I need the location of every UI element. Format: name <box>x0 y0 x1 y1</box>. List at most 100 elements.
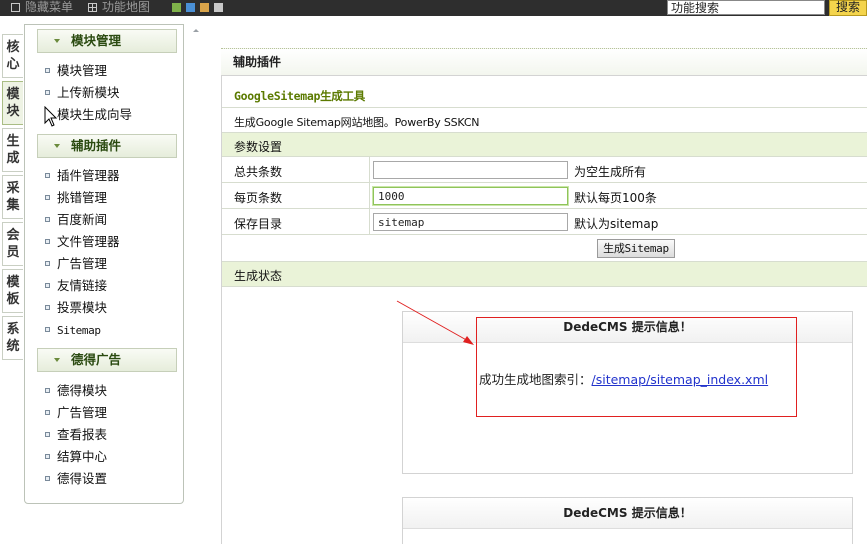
app-root: 隐藏菜单 功能地图 搜索 核心 模块 生成 采集 会员 模板 系统 模块管理 模… <box>0 0 867 544</box>
tab-label: 采集 <box>6 181 20 213</box>
menu-group-header-modules[interactable]: 模块管理 <box>37 29 177 53</box>
bullet-icon <box>45 283 50 288</box>
menu-item-label: 友情链接 <box>57 278 108 293</box>
panel-icon <box>11 3 20 12</box>
top-bar: 隐藏菜单 功能地图 搜索 <box>0 0 867 16</box>
menu-item-label: 模块生成向导 <box>57 107 133 122</box>
menu-item-label: 德得设置 <box>57 471 108 486</box>
group-title: 辅助插件 <box>71 138 122 153</box>
tab-templates[interactable]: 模板 <box>2 269 23 313</box>
bullet-icon <box>45 90 50 95</box>
tab-members[interactable]: 会员 <box>2 222 23 266</box>
field-label-save-dir: 保存目录 <box>234 217 283 231</box>
collapse-arrow-icon <box>54 144 60 148</box>
function-map-link[interactable]: 功能地图 <box>88 0 150 16</box>
menu-item-sitemap[interactable]: Sitemap <box>45 322 101 338</box>
menu-item[interactable]: 德得模块 <box>45 383 107 399</box>
menu-item-label: 模块管理 <box>57 63 108 78</box>
theme-swatch-blue[interactable] <box>186 3 195 12</box>
menu-item[interactable]: 文件管理器 <box>45 234 120 250</box>
params-section-row <box>222 133 867 157</box>
menu-group-header-ads[interactable]: 德得广告 <box>37 348 177 372</box>
group-title: 模块管理 <box>71 33 122 48</box>
field-label-total: 总共条数 <box>234 165 283 179</box>
function-map-label: 功能地图 <box>102 0 151 14</box>
save-dir-input[interactable] <box>373 213 568 231</box>
frame-scroll-strip[interactable] <box>184 16 207 544</box>
menu-item-label: 广告管理 <box>57 256 108 271</box>
hide-menu-link[interactable]: 隐藏菜单 <box>11 0 73 16</box>
menu-item-label: 插件管理器 <box>57 168 120 183</box>
bullet-icon <box>45 68 50 73</box>
bullet-icon <box>45 217 50 222</box>
params-section-title: 参数设置 <box>234 140 283 154</box>
field-hint-total: 为空生成所有 <box>574 165 647 179</box>
bullet-icon <box>45 173 50 178</box>
menu-item-label: Sitemap <box>57 324 101 337</box>
menu-item[interactable]: 结算中心 <box>45 449 107 465</box>
tab-modules[interactable]: 模块 <box>2 81 23 125</box>
bullet-icon <box>45 327 50 332</box>
menu-item[interactable]: 百度新闻 <box>45 212 107 228</box>
menu-item-label: 结算中心 <box>57 449 108 464</box>
message-title: DedeCMS 提示信息！ <box>403 498 852 529</box>
tab-core[interactable]: 核心 <box>2 34 23 78</box>
bullet-icon <box>45 239 50 244</box>
bullet-icon <box>45 476 50 481</box>
menu-item-label: 文件管理器 <box>57 234 120 249</box>
menu-item[interactable]: 挑错管理 <box>45 190 107 206</box>
field-label-per-page: 每页条数 <box>234 191 283 205</box>
menu-item[interactable]: 广告管理 <box>45 405 107 421</box>
field-hint-save-dir: 默认为sitemap <box>574 217 659 231</box>
theme-swatch-orange[interactable] <box>200 3 209 12</box>
tab-collect[interactable]: 采集 <box>2 175 23 219</box>
menu-item[interactable]: 德得设置 <box>45 471 107 487</box>
menu-item[interactable]: 查看报表 <box>45 427 107 443</box>
bullet-icon <box>45 261 50 266</box>
menu-group-header-plugins[interactable]: 辅助插件 <box>37 134 177 158</box>
bullet-icon <box>45 388 50 393</box>
scroll-up-arrow-icon[interactable] <box>193 29 199 32</box>
collapse-arrow-icon <box>54 39 60 43</box>
menu-item[interactable]: 广告管理 <box>45 256 107 272</box>
menu-item[interactable]: 投票模块 <box>45 300 107 316</box>
collapse-arrow-icon <box>54 358 60 362</box>
group-title: 德得广告 <box>71 352 122 367</box>
tab-label: 生成 <box>6 134 20 166</box>
annotation-highlight-box <box>476 317 797 417</box>
function-search-input[interactable] <box>667 0 825 15</box>
tab-generate[interactable]: 生成 <box>2 128 23 172</box>
search-button[interactable]: 搜索 <box>829 0 867 16</box>
mouse-cursor-icon <box>44 106 58 127</box>
theme-swatch-gray[interactable] <box>214 3 223 12</box>
menu-item[interactable]: 上传新模块 <box>45 85 120 101</box>
menu-item[interactable]: 模块管理 <box>45 63 107 79</box>
per-page-input[interactable] <box>373 187 568 205</box>
tool-title: GoogleSitemap生成工具 <box>234 89 365 103</box>
menu-item-label: 投票模块 <box>57 300 108 315</box>
annotation-arrow-icon <box>396 300 474 345</box>
tab-system[interactable]: 系统 <box>2 316 23 360</box>
tab-label: 模块 <box>6 87 20 119</box>
bullet-icon <box>45 195 50 200</box>
menu-item[interactable]: 友情链接 <box>45 278 107 294</box>
menu-item[interactable]: 插件管理器 <box>45 168 120 184</box>
tab-label: 会员 <box>6 228 20 260</box>
bullet-icon <box>45 410 50 415</box>
menu-item[interactable]: 模块生成向导 <box>45 107 132 123</box>
total-count-input[interactable] <box>373 161 568 179</box>
status-section-title: 生成状态 <box>234 269 283 283</box>
generate-sitemap-button[interactable]: 生成Sitemap <box>597 239 675 258</box>
message-box: DedeCMS 提示信息！ <box>402 497 853 544</box>
field-hint-per-page: 默认每页100条 <box>574 191 657 205</box>
menu-item-label: 广告管理 <box>57 405 108 420</box>
cell-divider <box>369 157 370 235</box>
bullet-icon <box>45 305 50 310</box>
menu-item-label: 德得模块 <box>57 383 108 398</box>
status-section-row <box>222 262 867 287</box>
page-title: 辅助插件 <box>221 48 867 76</box>
tab-label: 系统 <box>6 322 20 354</box>
menu-item-label: 挑错管理 <box>57 190 108 205</box>
button-row <box>222 235 867 262</box>
theme-swatch-green[interactable] <box>172 3 181 12</box>
